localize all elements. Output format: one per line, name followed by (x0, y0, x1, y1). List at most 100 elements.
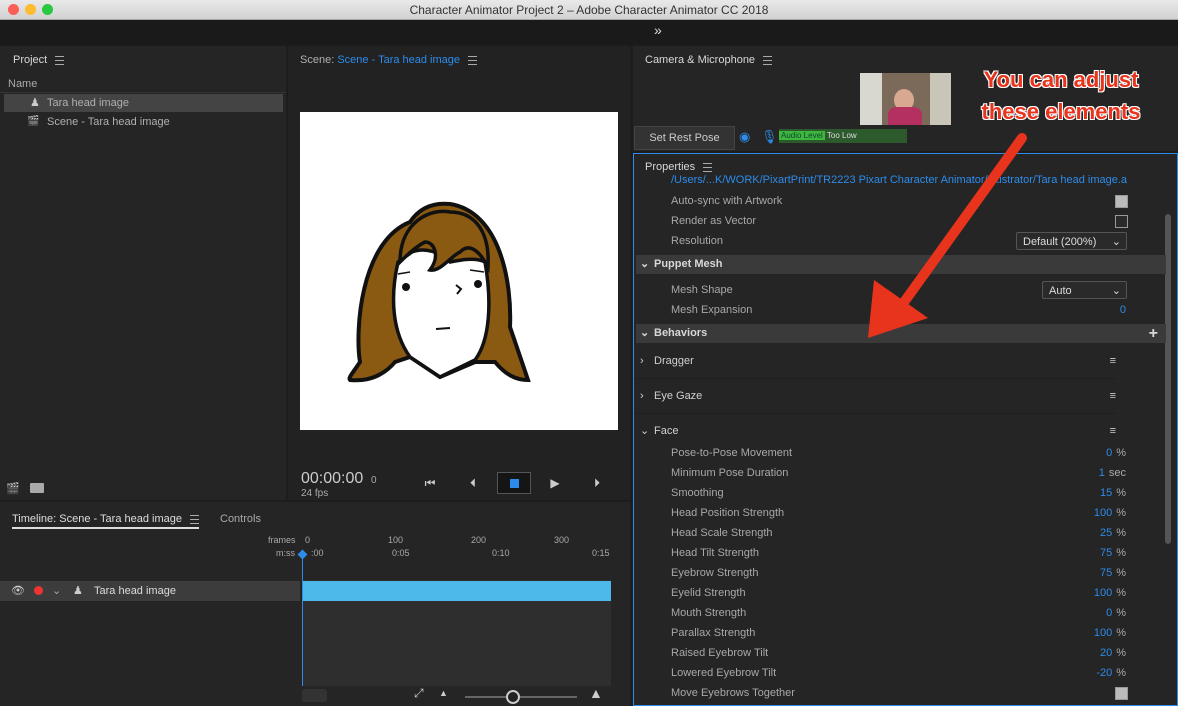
project-item-scene[interactable]: 🎬 Scene - Tara head image (4, 113, 283, 131)
face-param-label: Head Position Strength (671, 507, 785, 519)
folder-icon[interactable] (30, 483, 44, 493)
name-column-header[interactable]: Name (8, 78, 37, 90)
stop-icon (510, 479, 519, 488)
panel-menu-icon[interactable] (55, 55, 65, 65)
face-param-value[interactable]: 75% (1100, 543, 1126, 563)
face-param-row: Mouth Strength 0% (636, 603, 1136, 623)
face-param-label: Raised Eyebrow Tilt (671, 647, 769, 659)
record-arm-icon[interactable] (34, 586, 43, 595)
face-param-label: Eyelid Strength (671, 587, 746, 599)
face-param-value[interactable]: 15% (1100, 483, 1126, 503)
timecode[interactable]: 00:00:00 (301, 470, 363, 488)
time-tick: :00 (311, 548, 324, 558)
face-param-label: Smoothing (671, 487, 724, 499)
time-tick: 0:05 (392, 548, 410, 558)
face-param-row: Eyebrow Strength 75% (636, 563, 1136, 583)
playhead[interactable] (302, 552, 303, 686)
face-param-value[interactable]: 25% (1100, 523, 1126, 543)
face-param-value[interactable]: 0% (1106, 443, 1126, 463)
mesh-expansion-value[interactable]: 0 (1120, 300, 1126, 320)
face-param-value[interactable]: 75% (1100, 563, 1126, 583)
annotation-arrow (868, 133, 1027, 338)
panel-menu-icon[interactable] (703, 162, 713, 172)
face-param-value[interactable]: 0% (1106, 603, 1126, 623)
mss-ruler-label: m:ss (276, 548, 295, 558)
auto-sync-checkbox[interactable] (1115, 195, 1128, 208)
step-forward-button[interactable]: ⏵ (585, 472, 609, 494)
move-eyebrows-checkbox[interactable] (1115, 687, 1128, 700)
timeline-tab[interactable]: Timeline: Scene - Tara head image (12, 513, 199, 529)
annotation-callout: You can adjust these elements (981, 67, 1141, 124)
chevron-down-icon: ⌄ (1111, 236, 1121, 248)
face-param-label: Pose-to-Pose Movement (671, 447, 793, 459)
project-panel-title: Project (13, 54, 65, 66)
scene-name-link[interactable]: Scene - Tara head image (337, 54, 460, 66)
playhead-handle[interactable] (297, 549, 308, 560)
face-param-label: Lowered Eyebrow Tilt (671, 667, 777, 679)
face-param-value[interactable]: 100% (1094, 503, 1126, 523)
collapse-chevron-icon: ⌄ (640, 258, 650, 270)
face-param-row: Parallax Strength 100% (636, 623, 1136, 643)
clapper-icon: 🎬 (27, 116, 40, 127)
chevron-down-icon: ⌄ (1111, 285, 1121, 297)
play-button[interactable]: ▶ (543, 472, 567, 494)
scene-panel-title: Scene: Scene - Tara head image (300, 54, 478, 66)
go-to-start-button[interactable]: ⏮ (418, 472, 442, 494)
face-param-value[interactable]: -20% (1096, 663, 1126, 683)
puppet-icon: ♟ (30, 97, 40, 109)
set-rest-pose-button[interactable]: Set Rest Pose (634, 126, 735, 150)
window-title: Character Animator Project 2 – Adobe Cha… (409, 3, 769, 17)
face-param-label: Parallax Strength (671, 627, 756, 639)
expand-workspaces-icon[interactable]: » (654, 22, 662, 38)
zoom-in-icon[interactable]: ▲ (589, 685, 603, 701)
face-param-row: Smoothing 15% (636, 483, 1136, 503)
fps-label: 24 fps (301, 488, 329, 499)
project-item-puppet[interactable]: ♟ Tara head image (4, 94, 283, 112)
workspace-toolbar: » (0, 20, 1178, 45)
frame-tick: 200 (471, 535, 487, 545)
face-param-value[interactable]: 1 sec (1099, 463, 1126, 483)
zoom-out-icon[interactable]: ▲ (439, 688, 448, 698)
scene-canvas[interactable] (300, 112, 618, 430)
behavior-eye-gaze[interactable]: › Eye Gaze ≡ (636, 379, 1116, 414)
face-param-value[interactable]: 100% (1094, 623, 1126, 643)
camera-toggle-icon[interactable]: ◉ (739, 129, 750, 145)
face-param-row: Raised Eyebrow Tilt 20% (636, 643, 1136, 663)
track-bar[interactable] (302, 581, 611, 601)
face-param-label: Minimum Pose Duration (671, 467, 789, 479)
face-param-row: Lowered Eyebrow Tilt -20% (636, 663, 1136, 683)
record-stop-button[interactable] (497, 472, 531, 494)
zoom-slider[interactable] (465, 696, 577, 698)
behavior-menu-icon[interactable]: ≡ (1110, 379, 1116, 413)
new-scene-icon[interactable]: 🎬 (6, 482, 20, 495)
track-header[interactable]: 👁 ⌄ ♟ Tara head image (0, 581, 300, 601)
mesh-shape-dropdown[interactable]: Auto ⌄ (1042, 281, 1127, 299)
face-param-value[interactable]: 20% (1100, 643, 1126, 663)
window-titlebar: Character Animator Project 2 – Adobe Cha… (0, 0, 1178, 20)
timeline-scrollbar[interactable] (302, 689, 327, 702)
face-param-row: Minimum Pose Duration 1 sec (636, 463, 1136, 483)
frames-ruler-label: frames (268, 535, 296, 545)
panel-menu-icon[interactable] (763, 55, 773, 65)
expand-chevron-icon[interactable]: ⌄ (52, 584, 61, 597)
face-param-row: Pose-to-Pose Movement 0% (636, 443, 1136, 463)
render-vector-checkbox[interactable] (1115, 215, 1128, 228)
scene-panel: Scene: Scene - Tara head image 00:00:00 … (288, 46, 630, 500)
time-tick: 0:15 (592, 548, 610, 558)
face-param-row: Eyelid Strength 100% (636, 583, 1136, 603)
zoom-slider-handle[interactable] (506, 690, 520, 704)
add-behavior-icon[interactable]: + (1149, 324, 1158, 343)
microphone-icon[interactable]: 🎙 (761, 129, 778, 145)
face-param-value[interactable]: 100% (1094, 583, 1126, 603)
face-param-label: Head Scale Strength (671, 527, 773, 539)
controls-tab[interactable]: Controls (220, 513, 261, 525)
step-back-button[interactable]: ⏴ (461, 472, 485, 494)
puppet-icon: ♟ (73, 585, 83, 597)
panel-menu-icon[interactable] (189, 514, 199, 524)
behavior-menu-icon[interactable]: ≡ (1110, 344, 1116, 378)
face-param-row: Head Position Strength 100% (636, 503, 1136, 523)
visibility-eye-icon[interactable]: 👁 (11, 584, 25, 597)
tara-head-artwork (347, 201, 531, 383)
panel-menu-icon[interactable] (468, 55, 478, 65)
fit-view-icon[interactable]: ⤢ (414, 686, 424, 701)
